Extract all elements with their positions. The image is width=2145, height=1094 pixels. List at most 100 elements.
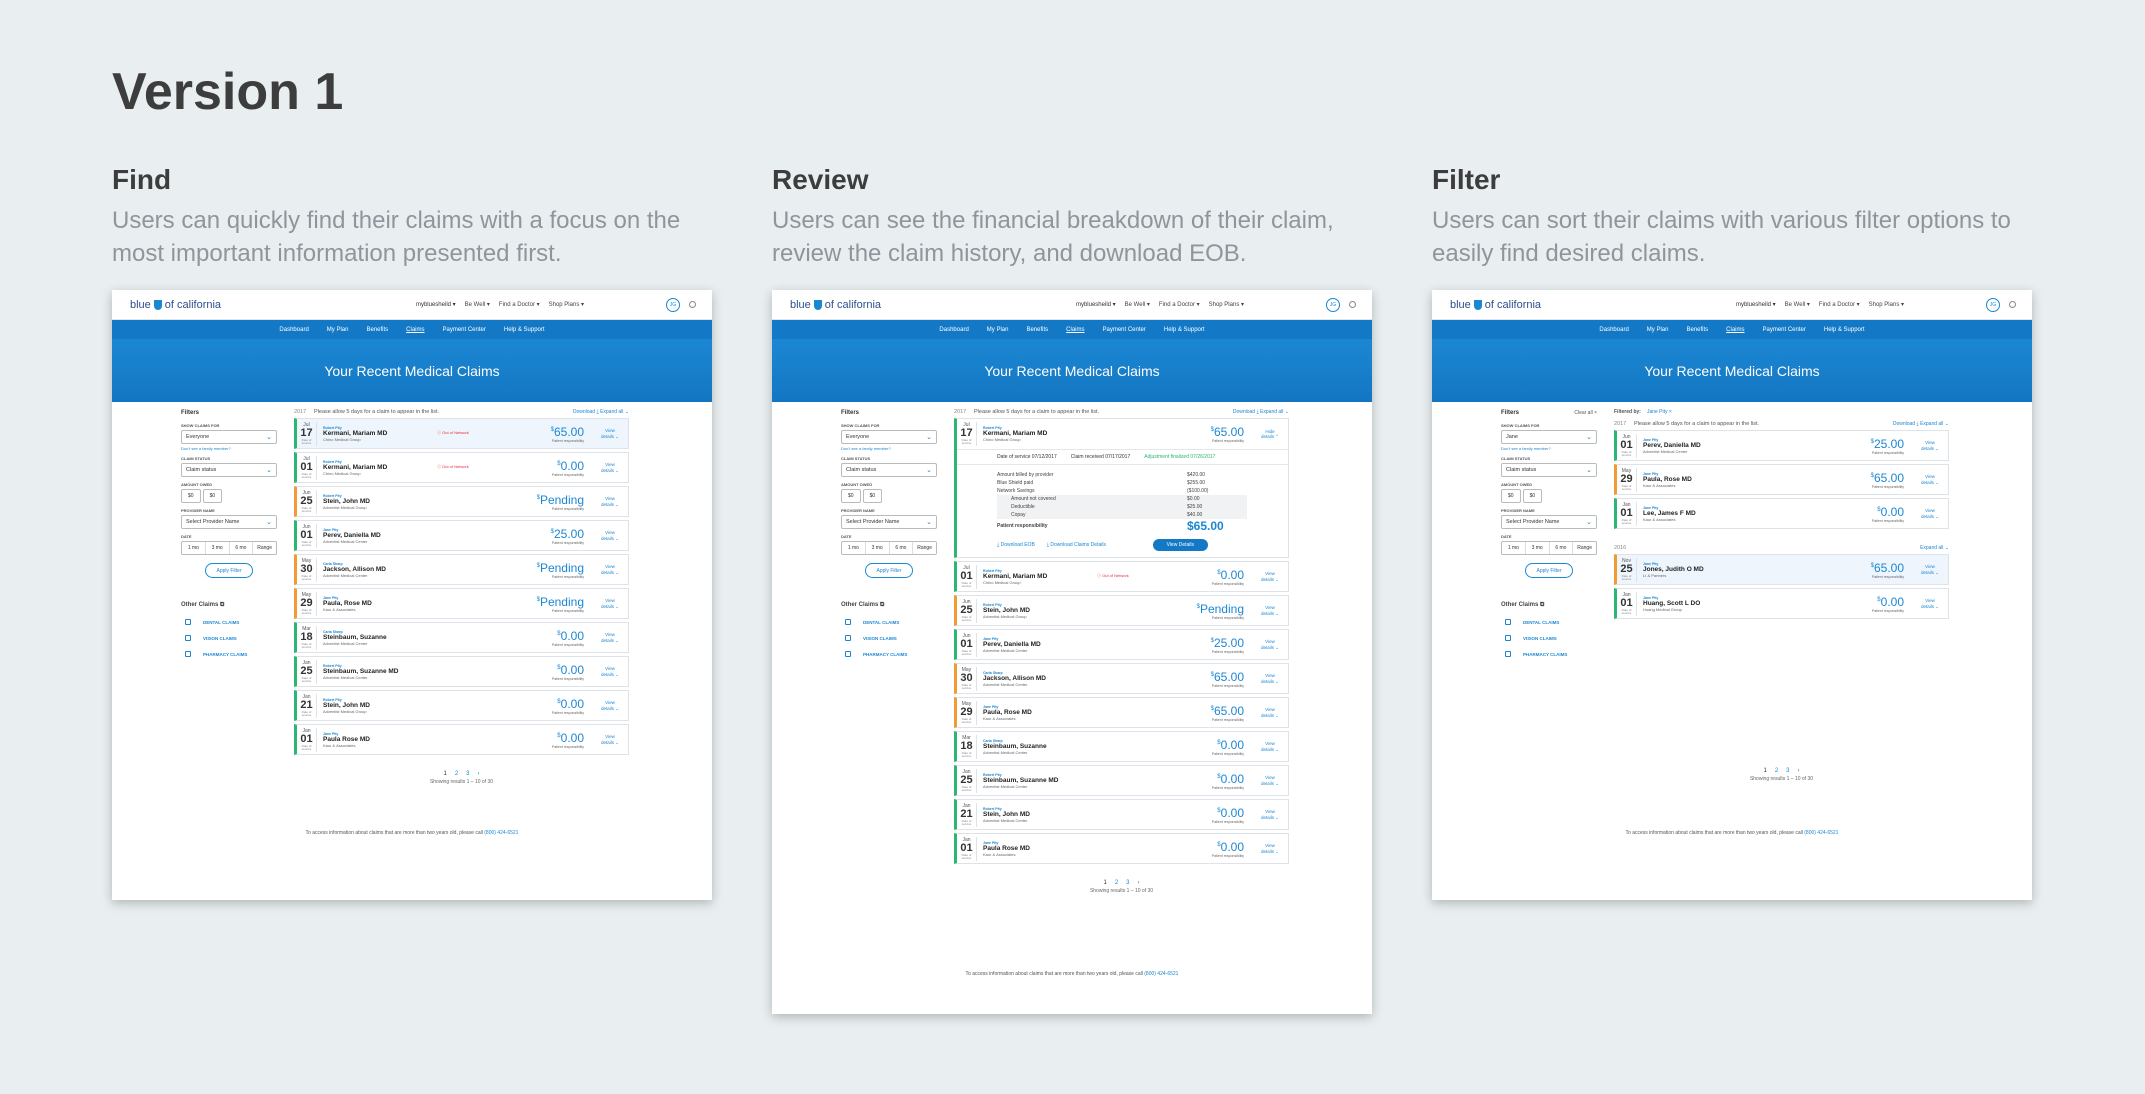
expand-all-link[interactable]: Expand all ⌄ — [1920, 421, 1949, 427]
family-member-link[interactable]: Don't see a family member? — [841, 446, 937, 451]
view-details-link[interactable]: View details ⌄ — [600, 598, 620, 608]
view-details-link[interactable]: View details ⌄ — [600, 632, 620, 642]
view-details-link[interactable]: View details ⌄ — [1260, 843, 1280, 853]
claim-card[interactable]: Mar 18 Date of service Carla Sharp Steinbaum… — [954, 731, 1289, 762]
claim-card[interactable]: Jul 01 Date of service Robert Pity Kermani, … — [294, 452, 629, 483]
page-link[interactable]: › — [1798, 768, 1800, 774]
top-nav-item[interactable]: Shop Plans ▾ — [549, 301, 584, 308]
amount-to-input[interactable]: $0 — [862, 489, 883, 503]
tab-my-plan[interactable]: My Plan — [1647, 327, 1669, 333]
view-details-link[interactable]: View details ⌄ — [600, 564, 620, 574]
tab-claims[interactable]: Claims — [1066, 327, 1084, 333]
phone-link[interactable]: (800) 424-6521 — [1144, 971, 1178, 977]
tab-payment-center[interactable]: Payment Center — [1763, 327, 1806, 333]
top-nav-item[interactable]: mybluesheild ▾ — [1076, 301, 1116, 308]
show-claims-select[interactable]: Everyone — [181, 430, 277, 444]
view-details-link[interactable]: View details ⌄ — [1260, 775, 1280, 785]
claim-card[interactable]: Nov 25 Date of service Jane Pity Jones, Judi… — [1614, 554, 1949, 585]
claim-status-select[interactable]: Claim status — [841, 463, 937, 477]
expand-all-link[interactable]: Expand all ⌄ — [1260, 409, 1289, 415]
tab-my-plan[interactable]: My Plan — [987, 327, 1009, 333]
view-details-link[interactable]: View details ⌄ — [600, 496, 620, 506]
clear-all-link[interactable]: Clear all × — [1574, 410, 1597, 416]
date-range-option[interactable]: 3 mo — [1526, 542, 1550, 554]
hide-details-link[interactable]: Hide details ⌃ — [1260, 429, 1280, 439]
claim-card[interactable]: Jun 25 Date of service Robert Pity Stein, Jo… — [954, 595, 1289, 626]
tab-benefits[interactable]: Benefits — [1026, 327, 1048, 333]
search-icon[interactable] — [2009, 301, 2016, 308]
view-details-link[interactable]: View details ⌄ — [600, 734, 620, 744]
view-details-link[interactable]: View details ⌄ — [600, 462, 620, 472]
view-details-link[interactable]: View details ⌄ — [1260, 707, 1280, 717]
download-link[interactable]: Download ⤓ — [1893, 421, 1920, 427]
avatar[interactable]: JG — [666, 297, 680, 312]
claim-card[interactable]: Jun 01 Date of service Jane Pity Perev, Dani… — [954, 629, 1289, 660]
view-details-link[interactable]: View details ⌄ — [600, 530, 620, 540]
date-range-option[interactable]: 6 mo — [1550, 542, 1574, 554]
view-details-link[interactable]: View details ⌄ — [1260, 571, 1280, 581]
tab-dashboard[interactable]: Dashboard — [1599, 327, 1628, 333]
page-link[interactable]: › — [478, 771, 480, 777]
top-nav-item[interactable]: Be Well ▾ — [1125, 301, 1150, 308]
family-member-link[interactable]: Don't see a family member? — [181, 446, 277, 451]
claim-card[interactable]: May 29 Date of service Jane Pity Paula, Rose… — [954, 697, 1289, 728]
view-details-link[interactable]: View details ⌄ — [1920, 508, 1940, 518]
download-link[interactable]: Download ⤓ — [1233, 409, 1260, 415]
tab-dashboard[interactable]: Dashboard — [939, 327, 968, 333]
view-details-link[interactable]: View details ⌄ — [1260, 639, 1280, 649]
other-claims-link[interactable]: VISION CLAIMS — [185, 635, 277, 641]
expand-all-link[interactable]: Expand all ⌄ — [1920, 545, 1949, 551]
claim-card[interactable]: Jan 01 Date of service Jane Pity Lee, James … — [1614, 498, 1949, 529]
date-range-option[interactable]: 1 mo — [842, 542, 866, 554]
claim-card[interactable]: Jul 17 Date of service Robert Pity Kermani, … — [294, 418, 629, 449]
claim-card[interactable]: May 30 Date of service Carla Sharp Jackson, … — [954, 663, 1289, 694]
claim-card[interactable]: Jul 17 Date of service Robert Pity Kermani, … — [957, 419, 1288, 450]
date-range-option[interactable]: 1 mo — [1502, 542, 1526, 554]
tab-payment-center[interactable]: Payment Center — [443, 327, 486, 333]
phone-link[interactable]: (800) 424-6521 — [484, 830, 518, 836]
search-icon[interactable] — [1349, 301, 1356, 308]
tab-help-support[interactable]: Help & Support — [1164, 327, 1205, 333]
phone-link[interactable]: (800) 424-6521 — [1804, 830, 1838, 836]
claim-card[interactable]: Jan 01 Date of service Jane Pity Paula Rose … — [294, 724, 629, 755]
claim-card[interactable]: Jan 01 Date of service Jane Pity Huang, Scot… — [1614, 588, 1949, 619]
other-claims-link[interactable]: PHARMACY CLAIMS — [185, 651, 277, 657]
tab-benefits[interactable]: Benefits — [366, 327, 388, 333]
show-claims-select[interactable]: Everyone — [841, 430, 937, 444]
claim-card[interactable]: Jan 21 Date of service Robert Pity Stein, Jo… — [954, 799, 1289, 830]
other-claims-link[interactable]: PHARMACY CLAIMS — [845, 651, 937, 657]
date-range-option[interactable]: Range — [253, 542, 276, 554]
view-details-link[interactable]: View details ⌄ — [1920, 564, 1940, 574]
page-link[interactable]: 2 — [1775, 768, 1778, 774]
claim-card[interactable]: Jan 25 Date of service Robert Pity Steinbaum… — [294, 656, 629, 687]
avatar[interactable]: JG — [1986, 297, 2000, 312]
top-nav-item[interactable]: Find a Doctor ▾ — [1159, 301, 1200, 308]
top-nav-item[interactable]: mybluesheild ▾ — [1736, 301, 1776, 308]
page-link[interactable]: 1 — [1763, 768, 1766, 774]
other-claims-link[interactable]: PHARMACY CLAIMS — [1505, 651, 1597, 657]
view-details-link[interactable]: View details ⌄ — [600, 700, 620, 710]
page-link[interactable]: 3 — [466, 771, 469, 777]
other-claims-link[interactable]: DENTAL CLAIMS — [185, 619, 277, 625]
view-details-link[interactable]: View details ⌄ — [1920, 598, 1940, 608]
page-link[interactable]: 1 — [1103, 880, 1106, 886]
date-range-option[interactable]: 3 mo — [206, 542, 230, 554]
tab-claims[interactable]: Claims — [406, 327, 424, 333]
tab-help-support[interactable]: Help & Support — [1824, 327, 1865, 333]
amount-from-input[interactable]: $0 — [181, 489, 201, 503]
other-claims-link[interactable]: VISION CLAIMS — [1505, 635, 1597, 641]
claim-card[interactable]: Mar 18 Date of service Carla Sharp Steinbaum… — [294, 622, 629, 653]
tab-dashboard[interactable]: Dashboard — [279, 327, 308, 333]
claim-card[interactable]: Jun 01 Date of service Jane Pity Perev, Dani… — [1614, 430, 1949, 461]
claim-status-select[interactable]: Claim status — [181, 463, 277, 477]
view-details-link[interactable]: View details ⌄ — [1920, 440, 1940, 450]
other-claims-link[interactable]: DENTAL CLAIMS — [1505, 619, 1597, 625]
claim-card[interactable]: May 29 Date of service Jane Pity Paula, Rose… — [1614, 464, 1949, 495]
date-range-option[interactable]: Range — [913, 542, 936, 554]
provider-name-select[interactable]: Select Provider Name — [1501, 515, 1597, 529]
provider-name-select[interactable]: Select Provider Name — [181, 515, 277, 529]
claim-card[interactable]: May 29 Date of service Jane Pity Paula, Rose… — [294, 588, 629, 619]
claim-card[interactable]: Jul 01 Date of service Robert Pity Kermani, … — [954, 561, 1289, 592]
top-nav-item[interactable]: Find a Doctor ▾ — [499, 301, 540, 308]
claim-card[interactable]: Jan 21 Date of service Robert Pity Stein, Jo… — [294, 690, 629, 721]
